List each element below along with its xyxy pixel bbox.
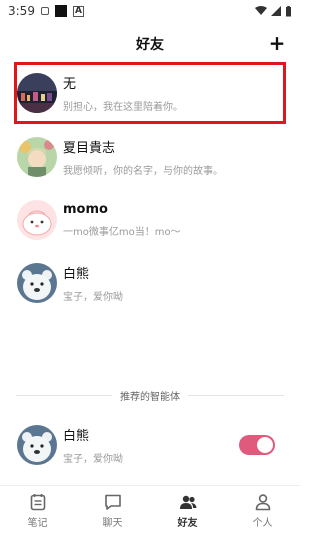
plus-icon: + — [268, 31, 286, 55]
white-bear-avatar — [17, 263, 57, 303]
white-bear-avatar — [17, 425, 57, 465]
nav-label: 个人 — [252, 517, 273, 529]
status-bar: 3:59 A — [0, 0, 300, 22]
status-left: 3:59 A — [8, 4, 84, 18]
toggle-knob — [257, 437, 273, 453]
friend-name: 夏目貴志 — [63, 141, 116, 156]
nav-label: 聊天 — [102, 517, 123, 529]
friend-texts: 无 别担心，我在这里陪着你。 — [63, 73, 183, 113]
nav-label: 笔记 — [27, 517, 48, 529]
agent-enable-toggle[interactable] — [239, 435, 275, 455]
wifi-icon — [255, 6, 267, 15]
person-icon — [255, 493, 270, 510]
anime-boy-avatar — [17, 137, 57, 177]
recommended-section-label: 推荐的智能体 — [120, 391, 180, 403]
night-city-avatar — [17, 73, 57, 113]
friend-texts: momo 一mo微事亿mo当！mo～ — [63, 202, 181, 238]
nav-item-notes[interactable]: 笔记 — [0, 486, 75, 534]
notebook-icon — [30, 493, 45, 510]
nav-item-chat[interactable]: 聊天 — [75, 486, 150, 534]
nav-label: 好友 — [177, 517, 198, 529]
agent-name: 白熊 — [63, 429, 90, 444]
signal-icon — [271, 6, 281, 16]
friend-texts: 夏目貴志 我愿倾听，你的名字，与你的故事。 — [63, 137, 223, 177]
friend-list: 无 别担心，我在这里陪着你。 夏目貴志 我愿倾听，你的名字，与你的故事。 mom… — [0, 62, 300, 313]
chat-bubble-icon — [104, 494, 121, 510]
bottom-nav: 笔记 聊天 好友 个人 — [0, 485, 300, 534]
image-icon — [40, 7, 49, 15]
friend-subtitle: 别担心，我在这里陪着你。 — [63, 102, 183, 113]
agent-subtitle: 宝子，爱你呦 — [63, 454, 123, 465]
recommended-divider: 推荐的智能体 — [16, 388, 284, 403]
pink-blob-avatar — [17, 200, 57, 240]
status-time: 3:59 — [8, 4, 35, 18]
friend-item-natsume[interactable]: 夏目貴志 我愿倾听，你的名字，与你的故事。 — [0, 127, 300, 187]
divider-line — [16, 394, 112, 396]
friend-subtitle: 宝子，爱你呦 — [63, 292, 123, 303]
friend-name: momo — [63, 202, 108, 217]
nav-item-profile[interactable]: 个人 — [225, 486, 300, 534]
friend-subtitle: 我愿倾听，你的名字，与你的故事。 — [63, 166, 223, 177]
battery-icon — [286, 5, 291, 16]
add-friend-button[interactable]: + — [266, 31, 288, 55]
friend-name: 无 — [63, 77, 77, 92]
friend-item-momo[interactable]: momo 一mo微事亿mo当！mo～ — [0, 190, 300, 250]
friend-subtitle: 一mo微事亿mo当！mo～ — [63, 227, 181, 238]
friends-icon — [179, 495, 196, 509]
friend-item-white-bear[interactable]: 白熊 宝子，爱你呦 — [0, 253, 300, 313]
friend-texts: 白熊 宝子，爱你呦 — [63, 263, 123, 303]
nav-item-friends[interactable]: 好友 — [150, 486, 225, 534]
page-title: 好友 — [136, 37, 164, 53]
black-square-icon — [54, 5, 67, 17]
recommended-agent-item[interactable]: 白熊 宝子，爱你呦 — [17, 420, 283, 470]
divider-line — [188, 394, 284, 396]
status-right — [255, 5, 292, 17]
app-header: 好友 + — [0, 26, 300, 62]
a-icon: A — [72, 5, 84, 17]
agent-texts: 白熊 宝子，爱你呦 — [63, 425, 123, 465]
friend-item-wu[interactable]: 无 别担心，我在这里陪着你。 — [14, 62, 286, 124]
friend-name: 白熊 — [63, 267, 90, 282]
